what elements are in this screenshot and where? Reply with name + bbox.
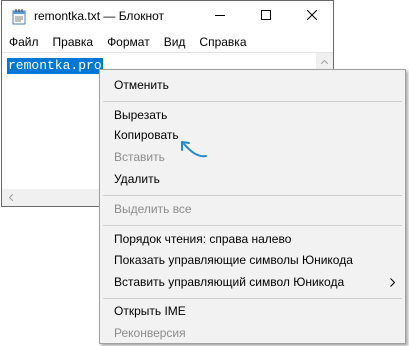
maximize-button[interactable] [243,1,289,31]
menu-item-select-all: Выделить все [114,202,192,216]
menu-file[interactable]: Файл [2,32,46,52]
window-title: remontka.txt — Блокнот [34,9,165,23]
close-button[interactable] [289,1,335,31]
context-menu: Отменить Вырезать Копировать Вставить Уд… [99,69,406,344]
menu-separator [103,195,402,196]
menu-item-cut[interactable]: Вырезать [100,104,405,126]
menu-item-insert-unicode-control[interactable]: Вставить управляющий символ Юникода [100,271,405,293]
close-icon [306,9,318,23]
menu-help[interactable]: Справка [192,32,253,52]
menu-item-open-ime[interactable]: Открыть IME [100,300,405,322]
menu-separator [103,225,402,226]
curved-arrow-icon [176,134,210,162]
menu-item-label: Вставить управляющий символ Юникода [114,275,345,289]
menu-separator [103,101,402,102]
menu-item-undo[interactable]: Отменить [100,74,405,96]
notepad-icon [12,9,26,25]
scroll-left-icon[interactable] [2,189,19,206]
menu-item-rtl-order[interactable]: Порядок чтения: справа налево [100,228,405,250]
minimize-button[interactable] [197,1,243,31]
menu-item-reconversion: Реконверсия [114,326,186,340]
menu-item-copy[interactable]: Копировать [100,124,405,146]
menu-item-delete[interactable]: Удалить [100,168,405,190]
chevron-right-icon [390,271,395,293]
menu-edit[interactable]: Правка [46,32,101,52]
maximize-icon [261,9,271,23]
menu-separator [103,298,402,299]
selected-text[interactable]: remontka.pro [7,58,103,74]
minimize-icon [215,9,225,23]
menu-bar: Файл Правка Формат Вид Справка [2,32,333,52]
menu-view[interactable]: Вид [157,32,193,52]
menu-item-show-unicode-control[interactable]: Показать управляющие символы Юникода [100,249,405,271]
scroll-up-icon[interactable] [316,53,333,70]
menu-item-paste: Вставить [114,150,165,164]
menu-format[interactable]: Формат [100,32,157,52]
title-bar[interactable]: remontka.txt — Блокнот [2,1,333,32]
